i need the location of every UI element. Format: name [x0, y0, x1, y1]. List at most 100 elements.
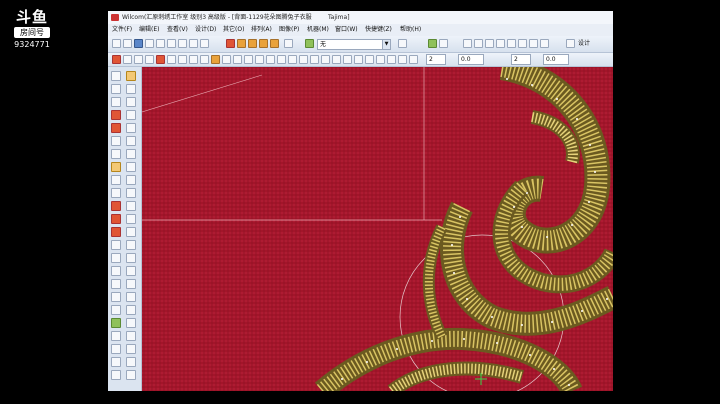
obj-tool-6-icon[interactable]	[167, 55, 176, 64]
embroidery-view[interactable]	[142, 67, 613, 391]
fill-icon[interactable]	[111, 123, 121, 133]
column-icon[interactable]	[126, 110, 136, 120]
applique2-icon[interactable]	[126, 214, 136, 224]
undo-icon[interactable]	[189, 39, 198, 48]
obj-tool-16-icon[interactable]	[277, 55, 286, 64]
obj-tool-17-icon[interactable]	[288, 55, 297, 64]
monogram-icon[interactable]	[111, 240, 121, 250]
print-icon[interactable]	[145, 39, 154, 48]
obj-tool-10-icon[interactable]	[211, 55, 220, 64]
obj-tool-28-icon[interactable]	[409, 55, 418, 64]
trim-icon[interactable]	[111, 357, 121, 367]
stitch-orange3-icon[interactable]	[259, 39, 268, 48]
arrow-select-icon[interactable]	[111, 71, 121, 81]
curve-icon[interactable]	[111, 175, 121, 185]
design-info-label[interactable]: 设计	[578, 39, 590, 48]
field-3[interactable]: 2	[511, 54, 531, 65]
zoom-icon[interactable]	[111, 84, 121, 94]
chevron-down-icon[interactable]: ▼	[382, 40, 390, 49]
star-icon[interactable]	[111, 162, 121, 172]
outline-icon[interactable]	[284, 39, 293, 48]
stitch-red-icon[interactable]	[226, 39, 235, 48]
rect-tool-icon[interactable]	[126, 370, 136, 380]
align-middle-icon[interactable]	[507, 39, 516, 48]
align-right-icon[interactable]	[485, 39, 494, 48]
distribute2-icon[interactable]	[540, 39, 549, 48]
obj-tool-22-icon[interactable]	[343, 55, 352, 64]
menu-help[interactable]: 帮助(H)	[400, 24, 421, 36]
obj-tool-8-icon[interactable]	[189, 55, 198, 64]
grid-icon[interactable]	[439, 39, 448, 48]
mirror2-icon[interactable]	[126, 253, 136, 263]
menu-arrange[interactable]: 排列(A)	[251, 24, 272, 36]
team-icon[interactable]	[126, 240, 136, 250]
obj-tool-12-icon[interactable]	[233, 55, 242, 64]
align-left-icon[interactable]	[463, 39, 472, 48]
obj-tool-3-icon[interactable]	[134, 55, 143, 64]
circle-icon[interactable]	[111, 201, 121, 211]
align-center-icon[interactable]	[474, 39, 483, 48]
eyedropper-icon[interactable]	[428, 39, 437, 48]
tie2-icon[interactable]	[126, 344, 136, 354]
thread-icon[interactable]	[398, 39, 407, 48]
obj-tool-23-icon[interactable]	[354, 55, 363, 64]
distribute-icon[interactable]	[529, 39, 538, 48]
ellipse-tool-icon[interactable]	[111, 370, 121, 380]
menu-edit[interactable]: 编辑(E)	[139, 24, 159, 36]
join2-icon[interactable]	[126, 318, 136, 328]
obj-tool-15-icon[interactable]	[266, 55, 275, 64]
lettering-icon[interactable]	[111, 227, 121, 237]
field-2[interactable]: 0.0	[458, 54, 484, 65]
open-icon[interactable]	[123, 39, 132, 48]
run-icon[interactable]	[111, 136, 121, 146]
obj-tool-26-icon[interactable]	[387, 55, 396, 64]
obj-tool-20-icon[interactable]	[321, 55, 330, 64]
stamp-icon[interactable]	[111, 292, 121, 302]
cross-icon[interactable]	[111, 266, 121, 276]
menu-other[interactable]: 其它(O)	[223, 24, 244, 36]
field-4[interactable]: 0.0	[543, 54, 569, 65]
obj-tool-27-icon[interactable]	[398, 55, 407, 64]
obj-tool-5-icon[interactable]	[156, 55, 165, 64]
stamp2-icon[interactable]	[126, 292, 136, 302]
stitch-orange-icon[interactable]	[237, 39, 246, 48]
tatami-icon[interactable]	[126, 123, 136, 133]
stitch-orange2-icon[interactable]	[248, 39, 257, 48]
weld-icon[interactable]	[111, 305, 121, 315]
pan-icon[interactable]	[126, 84, 136, 94]
redo-icon[interactable]	[200, 39, 209, 48]
obj-tool-18-icon[interactable]	[299, 55, 308, 64]
menu-design[interactable]: 设计(D)	[195, 24, 216, 36]
applique-icon[interactable]	[111, 214, 121, 224]
reshape-icon[interactable]	[126, 71, 136, 81]
line2-icon[interactable]	[126, 188, 136, 198]
align-top-icon[interactable]	[496, 39, 505, 48]
curve2-icon[interactable]	[126, 175, 136, 185]
closest-join-icon[interactable]	[111, 318, 121, 328]
obj-tool-24-icon[interactable]	[365, 55, 374, 64]
backstitch-icon[interactable]	[126, 149, 136, 159]
menu-shortcut[interactable]: 快捷键(Z)	[365, 24, 392, 36]
line-icon[interactable]	[111, 188, 121, 198]
knife-icon[interactable]	[126, 97, 136, 107]
save-icon[interactable]	[134, 39, 143, 48]
obj-tool-1-icon[interactable]	[112, 55, 121, 64]
design-canvas[interactable]	[142, 67, 613, 391]
pen-icon[interactable]	[111, 97, 121, 107]
stitch-orange4-icon[interactable]	[270, 39, 279, 48]
obj-tool-4-icon[interactable]	[145, 55, 154, 64]
tie-icon[interactable]	[111, 344, 121, 354]
obj-tool-19-icon[interactable]	[310, 55, 319, 64]
break2-icon[interactable]	[126, 331, 136, 341]
obj-tool-2-icon[interactable]	[123, 55, 132, 64]
menu-file[interactable]: 文件(F)	[112, 24, 132, 36]
obj-tool-7-icon[interactable]	[178, 55, 187, 64]
paste-icon[interactable]	[178, 39, 187, 48]
align-bottom-icon[interactable]	[518, 39, 527, 48]
motif-icon[interactable]	[126, 162, 136, 172]
obj-tool-13-icon[interactable]	[244, 55, 253, 64]
cut-icon[interactable]	[156, 39, 165, 48]
weld2-icon[interactable]	[126, 305, 136, 315]
menu-view[interactable]: 查看(V)	[167, 24, 188, 36]
design-info-icon[interactable]	[566, 39, 575, 48]
